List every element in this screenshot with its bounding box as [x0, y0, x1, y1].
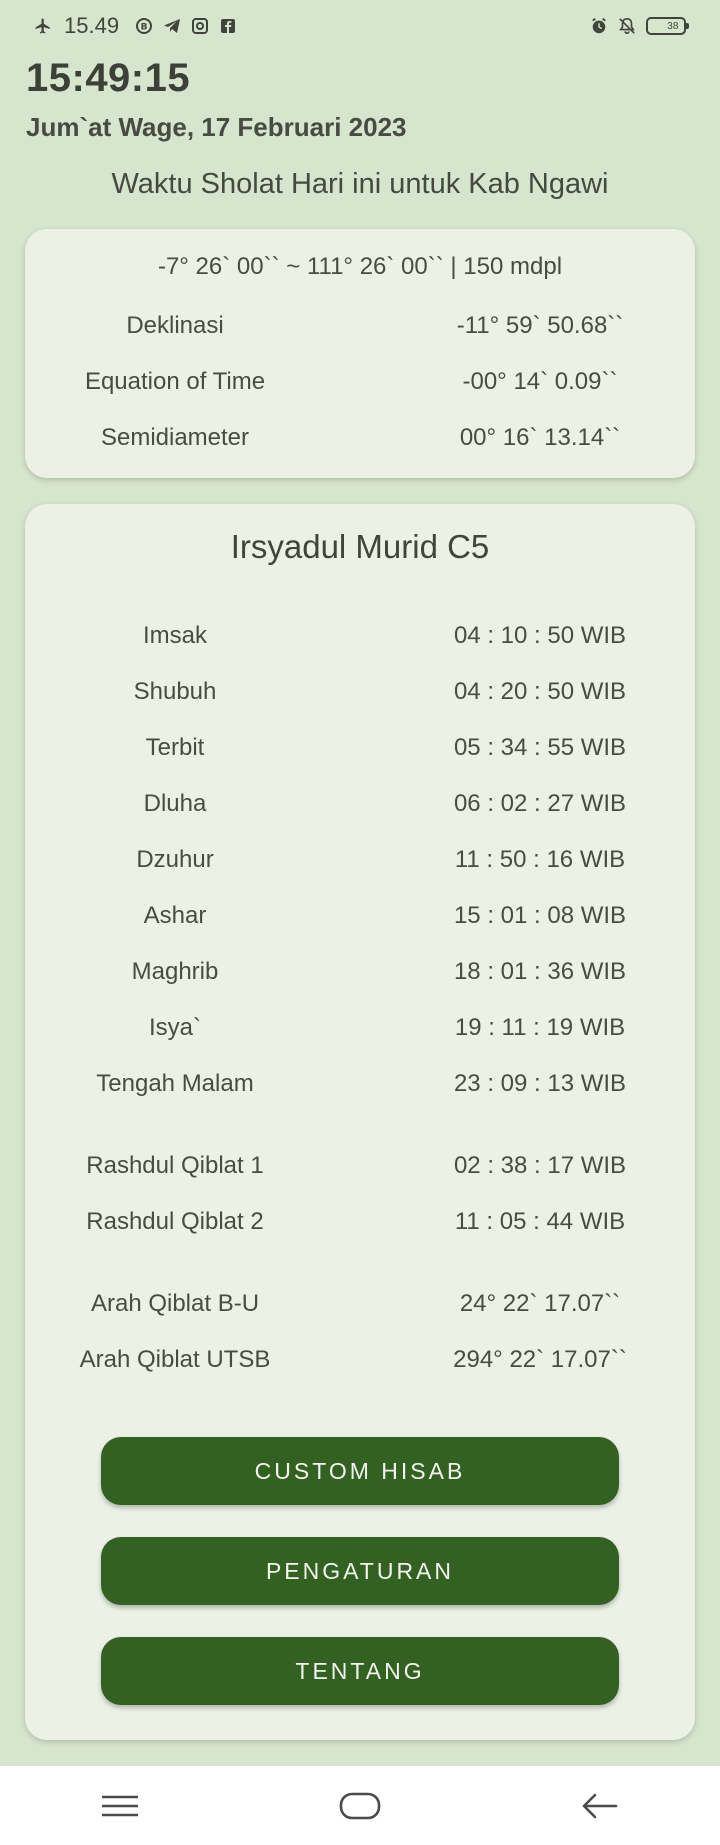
system-nav-bar — [0, 1766, 720, 1845]
prayer-row-terbit: Terbit 05 : 34 : 55 WIB — [25, 728, 695, 768]
prayer-label: Isya` — [148, 1014, 201, 1041]
equation-of-time-label: Equation of Time — [84, 368, 266, 395]
coordinates-text: -7° 26` 00`` ~ 111° 26` 00`` | 150 mdpl — [157, 253, 563, 280]
semidiameter-row: Semidiameter 00° 16` 13.14`` — [25, 418, 695, 458]
prayer-row-dluha: Dluha 06 : 02 : 27 WIB — [25, 784, 695, 824]
airplane-icon — [34, 17, 52, 35]
prayer-label: Terbit — [145, 734, 205, 761]
prayer-time: 04 : 20 : 50 WIB — [453, 678, 627, 705]
qibla-direction-utsb-row: Arah Qiblat UTSB 294° 22` 17.07`` — [25, 1340, 695, 1380]
prayer-label: Dzuhur — [136, 846, 214, 873]
rashdul-qiblat-label: Rashdul Qiblat 2 — [86, 1208, 264, 1235]
status-bar-left: 15.49 B — [34, 13, 237, 39]
status-bar-right: 38 — [590, 17, 689, 35]
svg-text:B: B — [141, 23, 148, 33]
qibla-direction-label: Arah Qiblat UTSB — [79, 1346, 271, 1373]
qibla-direction-value: 294° 22` 17.07`` — [453, 1346, 627, 1373]
whatsapp-business-icon: B — [135, 17, 153, 35]
qibla-direction-value: 24° 22` 17.07`` — [459, 1290, 621, 1317]
declination-row: Deklinasi -11° 59` 50.68`` — [25, 306, 695, 346]
prayer-time: 19 : 11 : 19 WIB — [454, 1014, 626, 1041]
qibla-direction-bu-row: Arah Qiblat B-U 24° 22` 17.07`` — [25, 1284, 695, 1324]
equation-of-time-value: -00° 14` 0.09`` — [462, 368, 618, 395]
semidiameter-label: Semidiameter — [100, 424, 250, 451]
semidiameter-value: 00° 16` 13.14`` — [459, 424, 621, 451]
rashdul-qiblat-1-row: Rashdul Qiblat 1 02 : 38 : 17 WIB — [25, 1146, 695, 1186]
prayer-label: Ashar — [143, 902, 207, 929]
status-bar: 15.49 B 38 — [0, 0, 720, 52]
prayer-label: Shubuh — [133, 678, 217, 705]
prayer-row-imsak: Imsak 04 : 10 : 50 WIB — [25, 616, 695, 656]
prayer-time: 04 : 10 : 50 WIB — [453, 622, 627, 649]
rashdul-qiblat-2-row: Rashdul Qiblat 2 11 : 05 : 44 WIB — [25, 1202, 695, 1242]
prayer-row-dzuhur: Dzuhur 11 : 50 : 16 WIB — [25, 840, 695, 880]
instagram-icon — [191, 17, 209, 35]
prayer-time: 23 : 09 : 13 WIB — [453, 1070, 627, 1097]
prayer-time: 15 : 01 : 08 WIB — [453, 902, 627, 929]
telegram-icon — [163, 17, 181, 35]
rashdul-qiblat-label: Rashdul Qiblat 1 — [86, 1152, 264, 1179]
rashdul-qiblat-time: 02 : 38 : 17 WIB — [453, 1152, 627, 1179]
qibla-direction-label: Arah Qiblat B-U — [90, 1290, 260, 1317]
prayer-row-isya: Isya` 19 : 11 : 19 WIB — [25, 1008, 695, 1048]
prayer-label: Imsak — [142, 622, 207, 649]
location-subtitle: Waktu Sholat Hari ini untuk Kab Ngawi — [111, 168, 609, 200]
prayer-row-maghrib: Maghrib 18 : 01 : 36 WIB — [25, 952, 695, 992]
prayer-time: 05 : 34 : 55 WIB — [453, 734, 627, 761]
menu-icon[interactable] — [80, 1776, 160, 1836]
battery-level: 38 — [667, 20, 679, 32]
prayer-row-tengah-malam: Tengah Malam 23 : 09 : 13 WIB — [25, 1064, 695, 1104]
prayer-label: Dluha — [143, 790, 207, 817]
settings-button[interactable]: PENGATURAN — [101, 1537, 619, 1605]
alarm-icon — [590, 17, 608, 35]
facebook-icon — [219, 17, 237, 35]
method-title: Irsyadul Murid C5 — [230, 528, 490, 565]
rashdul-qiblat-time: 11 : 05 : 44 WIB — [454, 1208, 626, 1235]
prayer-label: Tengah Malam — [96, 1070, 254, 1097]
current-clock: 15:49:15 — [26, 56, 191, 100]
battery-icon: 38 — [646, 17, 689, 35]
home-icon[interactable] — [320, 1776, 400, 1836]
screen: 15.49 B 38 15:49:15 Jum`at Wage, 17 Febr… — [0, 0, 720, 1845]
prayer-time: 11 : 50 : 16 WIB — [454, 846, 626, 873]
back-icon[interactable] — [560, 1776, 640, 1836]
about-button[interactable]: TENTANG — [101, 1637, 619, 1705]
notifications-off-icon — [618, 17, 636, 35]
prayer-time: 18 : 01 : 36 WIB — [453, 958, 627, 985]
prayer-row-shubuh: Shubuh 04 : 20 : 50 WIB — [25, 672, 695, 712]
declination-label: Deklinasi — [126, 312, 224, 339]
current-date: Jum`at Wage, 17 Februari 2023 — [26, 112, 407, 142]
prayer-time: 06 : 02 : 27 WIB — [453, 790, 627, 817]
prayer-row-ashar: Ashar 15 : 01 : 08 WIB — [25, 896, 695, 936]
declination-value: -11° 59` 50.68`` — [456, 312, 624, 339]
equation-of-time-row: Equation of Time -00° 14` 0.09`` — [25, 362, 695, 402]
prayer-label: Maghrib — [131, 958, 219, 985]
custom-hisab-button[interactable]: CUSTOM HISAB — [101, 1437, 619, 1505]
status-time: 15.49 — [64, 13, 120, 38]
